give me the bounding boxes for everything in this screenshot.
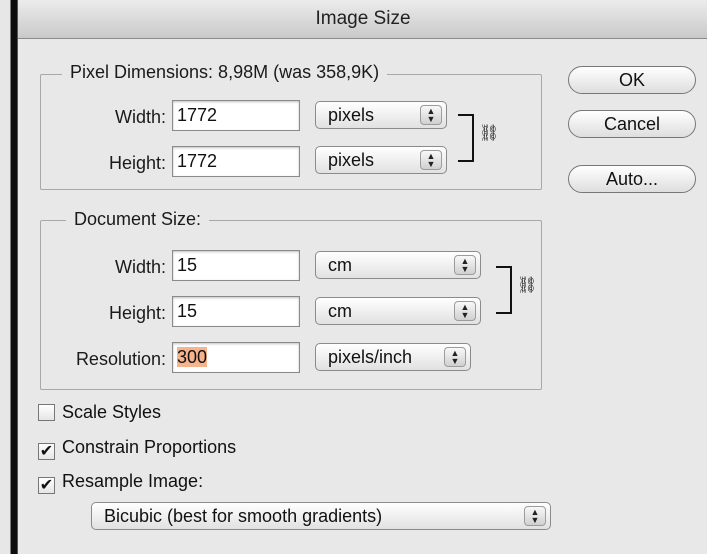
- pixel-width-unit-select[interactable]: pixels ▲ ▼: [315, 101, 447, 129]
- checkmark-icon[interactable]: ✔: [38, 477, 55, 494]
- checkmark-icon[interactable]: ✔: [38, 443, 55, 460]
- resample-image-checkbox[interactable]: ✔ Resample Image:: [38, 471, 203, 494]
- document-height-label: Height:: [108, 303, 166, 323]
- document-height-unit-select[interactable]: cm ▲ ▼: [315, 297, 481, 325]
- pixel-constrain-bracket: [458, 114, 474, 162]
- pixel-height-input[interactable]: 1772: [172, 146, 300, 177]
- pixel-width-label: Width:: [114, 107, 166, 127]
- up-down-arrows-icon: ▲ ▼: [444, 347, 466, 367]
- resample-method-select[interactable]: Bicubic (best for smooth gradients) ▲ ▼: [91, 502, 551, 530]
- pixel-height-label: Height:: [108, 153, 166, 173]
- document-size-legend: Document Size:: [66, 209, 210, 230]
- up-down-arrows-icon: ▲ ▼: [524, 506, 546, 526]
- chain-link-icon: ⛓: [479, 123, 500, 142]
- auto-button[interactable]: Auto...: [568, 165, 696, 193]
- chain-link-icon: ⛓: [517, 275, 538, 294]
- scale-styles-checkbox[interactable]: Scale Styles: [38, 402, 161, 424]
- resolution-unit-select[interactable]: pixels/inch ▲ ▼: [315, 343, 471, 371]
- up-down-arrows-icon: ▲ ▼: [454, 255, 476, 275]
- cancel-button[interactable]: Cancel: [568, 110, 696, 138]
- document-width-unit-select[interactable]: cm ▲ ▼: [315, 251, 481, 279]
- dialog-title: Image Size: [18, 0, 707, 39]
- image-size-dialog: Image Size Pixel Dimensions: 8,98M (was …: [17, 0, 707, 554]
- resolution-input[interactable]: 300: [172, 342, 300, 373]
- constrain-proportions-checkbox[interactable]: ✔ Constrain Proportions: [38, 437, 236, 460]
- pixel-height-unit-select[interactable]: pixels ▲ ▼: [315, 146, 447, 174]
- document-width-label: Width:: [114, 257, 166, 277]
- ok-button[interactable]: OK: [568, 66, 696, 94]
- document-constrain-bracket: [496, 266, 512, 314]
- up-down-arrows-icon: ▲ ▼: [454, 301, 476, 321]
- background-window-edge: [0, 0, 11, 554]
- pixel-dimensions-legend: Pixel Dimensions: 8,98M (was 358,9K): [62, 62, 388, 83]
- document-height-input[interactable]: 15: [172, 296, 300, 327]
- pixel-width-input[interactable]: 1772: [172, 100, 300, 131]
- up-down-arrows-icon: ▲ ▼: [420, 105, 442, 125]
- document-width-input[interactable]: 15: [172, 250, 300, 281]
- resolution-label: Resolution:: [75, 349, 166, 369]
- up-down-arrows-icon: ▲ ▼: [420, 150, 442, 170]
- scale-styles-box[interactable]: [38, 404, 55, 421]
